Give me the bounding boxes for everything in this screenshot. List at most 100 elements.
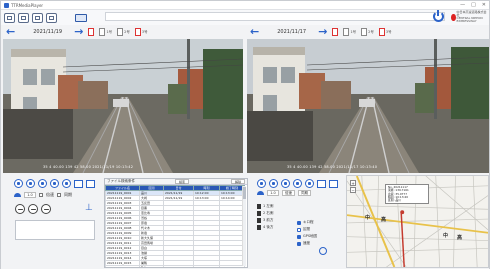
right-playback-controls [257, 179, 338, 188]
right-date-nav: ← 2021/11/17 → 1号 2号 3号 [247, 25, 489, 39]
search-button[interactable]: 検索 [175, 179, 189, 184]
document-icon[interactable] [343, 28, 350, 36]
table-cell [163, 265, 194, 267]
prev-arrow-icon[interactable]: ← [250, 26, 259, 37]
table-cell [193, 265, 220, 267]
sync-button[interactable]: 同期 [298, 190, 311, 196]
minimize-button[interactable]: — [460, 2, 465, 8]
folder-icon[interactable] [86, 179, 95, 188]
fast-forward-icon [65, 182, 68, 185]
folder-icon[interactable] [329, 179, 338, 188]
table-cell: 駒込 [139, 265, 164, 267]
window-icon [7, 15, 12, 20]
table-header-label: ファイル検索条件 [107, 179, 135, 183]
open-folder-icon[interactable] [75, 13, 87, 22]
speed-button[interactable]: 倍速 [282, 190, 295, 196]
file-path-field[interactable] [105, 12, 445, 21]
rewind-button[interactable] [14, 179, 23, 188]
checkbox-icon[interactable] [297, 241, 301, 246]
camera-list: 1 左側 2 右側 3 前方 4 後方 [257, 203, 299, 231]
window-icon [49, 15, 54, 20]
window-icon [21, 15, 26, 20]
next-arrow-icon[interactable]: → [318, 26, 327, 37]
display-option[interactable]: 区間 [297, 226, 337, 233]
display-option[interactable]: 速度 [297, 240, 337, 247]
doc2-label: 2号 [124, 29, 130, 34]
camera-item[interactable]: 3 前方 [257, 217, 299, 224]
layout-single-button[interactable] [4, 12, 15, 23]
sync-checkbox[interactable] [57, 193, 61, 197]
play-button[interactable] [38, 179, 47, 188]
table-row[interactable]: 20211119_0001 品川 2021/11/19 10:12:00 10:13:0… [105, 190, 245, 196]
display-option[interactable]: GPS地図 [297, 233, 337, 240]
camera-item[interactable]: 2 右側 [257, 210, 299, 217]
camera-item[interactable]: 1 左側 [257, 203, 299, 210]
right-video-pane[interactable]: 35 4 40.00 139 42 58.00 2021/11/17 10:13… [247, 39, 489, 173]
document-icon[interactable] [378, 28, 385, 36]
document-icon[interactable] [99, 28, 106, 36]
doc3-label: 3号 [385, 29, 392, 34]
maximize-button[interactable]: □ [471, 2, 476, 8]
checkbox-icon[interactable] [297, 220, 301, 225]
map-zoom-in-button[interactable]: + [350, 180, 356, 186]
step-back-button[interactable] [26, 179, 35, 188]
scroll-thumb[interactable] [243, 187, 246, 199]
table-row[interactable]: 20211119_0016 駒込 [105, 265, 245, 267]
table-row[interactable]: 20211119_0002 大崎 2021/11/19 10:13:00 10:14:0… [105, 195, 245, 201]
left-round-buttons [15, 204, 51, 214]
memo-textarea[interactable] [15, 220, 95, 240]
fast-forward-button[interactable] [305, 179, 314, 188]
video-overlay-text: 35 4 40.00 139 42 58.00 2021/11/17 10:13… [287, 165, 378, 169]
doc3-label: 3号 [141, 29, 148, 34]
display-option[interactable]: キロ程 [297, 219, 337, 226]
zoom-reset-button[interactable] [28, 204, 38, 214]
speed-input[interactable]: 1.0 [267, 190, 279, 196]
prev-arrow-icon[interactable]: ← [6, 26, 15, 37]
camera-item[interactable]: 4 後方 [257, 224, 299, 231]
map-view[interactable]: No. 20211117 東経: 139.7161 北緯: 35.0777 時刻: 1… [346, 175, 489, 268]
close-button[interactable]: ✕ [482, 2, 486, 8]
layout-map-button[interactable] [46, 12, 57, 23]
railway-track-image [247, 39, 489, 173]
map-label: 高 [381, 217, 387, 223]
document-icon[interactable] [134, 28, 141, 36]
map-zoom-out-button[interactable]: − [350, 187, 356, 193]
screenshot-icon[interactable] [317, 179, 326, 188]
minus-icon [17, 208, 23, 210]
step-forward-button[interactable] [50, 179, 59, 188]
left-video-pane[interactable]: 35 4 40.00 139 42 58.00 2021/11/19 10:13… [3, 39, 243, 173]
clear-icon[interactable]: ⊥ [85, 203, 95, 213]
speed-checkbox[interactable] [39, 193, 43, 197]
document-icon[interactable] [117, 28, 124, 36]
search-icon[interactable] [319, 247, 327, 255]
minus-icon [30, 208, 36, 210]
table-cell: 20211119_0016 [105, 265, 140, 267]
speed-gauge-icon [257, 191, 264, 195]
clear-button[interactable]: 解除 [231, 179, 245, 184]
document-icon[interactable] [361, 28, 368, 36]
map-label: 中 [443, 233, 449, 239]
display-options: キロ程 区間 GPS地図 速度 [297, 219, 337, 247]
document-icon[interactable] [332, 28, 339, 36]
layout-quad-button[interactable] [32, 12, 43, 23]
step-back-button[interactable] [269, 179, 278, 188]
step-forward-button[interactable] [293, 179, 302, 188]
document-icon[interactable] [88, 28, 95, 36]
checkbox-icon[interactable] [297, 227, 301, 232]
video-overlay-text: 35 4 40.00 139 42 58.00 2021/11/19 10:13… [43, 165, 134, 169]
railway-track-image [3, 39, 243, 173]
fast-forward-button[interactable] [62, 179, 71, 188]
play-button[interactable] [281, 179, 290, 188]
speed-input[interactable]: 1.0 [24, 192, 36, 198]
next-arrow-icon[interactable]: → [74, 26, 83, 37]
screenshot-icon[interactable] [74, 179, 83, 188]
layout-dual-button[interactable] [18, 12, 29, 23]
zoom-out-button[interactable] [15, 204, 25, 214]
title-bar: TTRMediaPlayer — □ ✕ [1, 1, 489, 10]
table-scrollbar[interactable] [242, 186, 246, 266]
rewind-button[interactable] [257, 179, 266, 188]
zoom-in-button[interactable] [41, 204, 51, 214]
power-icon[interactable] [433, 10, 444, 22]
checkbox-icon[interactable] [297, 234, 301, 239]
doc2-label: 2号 [368, 29, 374, 34]
